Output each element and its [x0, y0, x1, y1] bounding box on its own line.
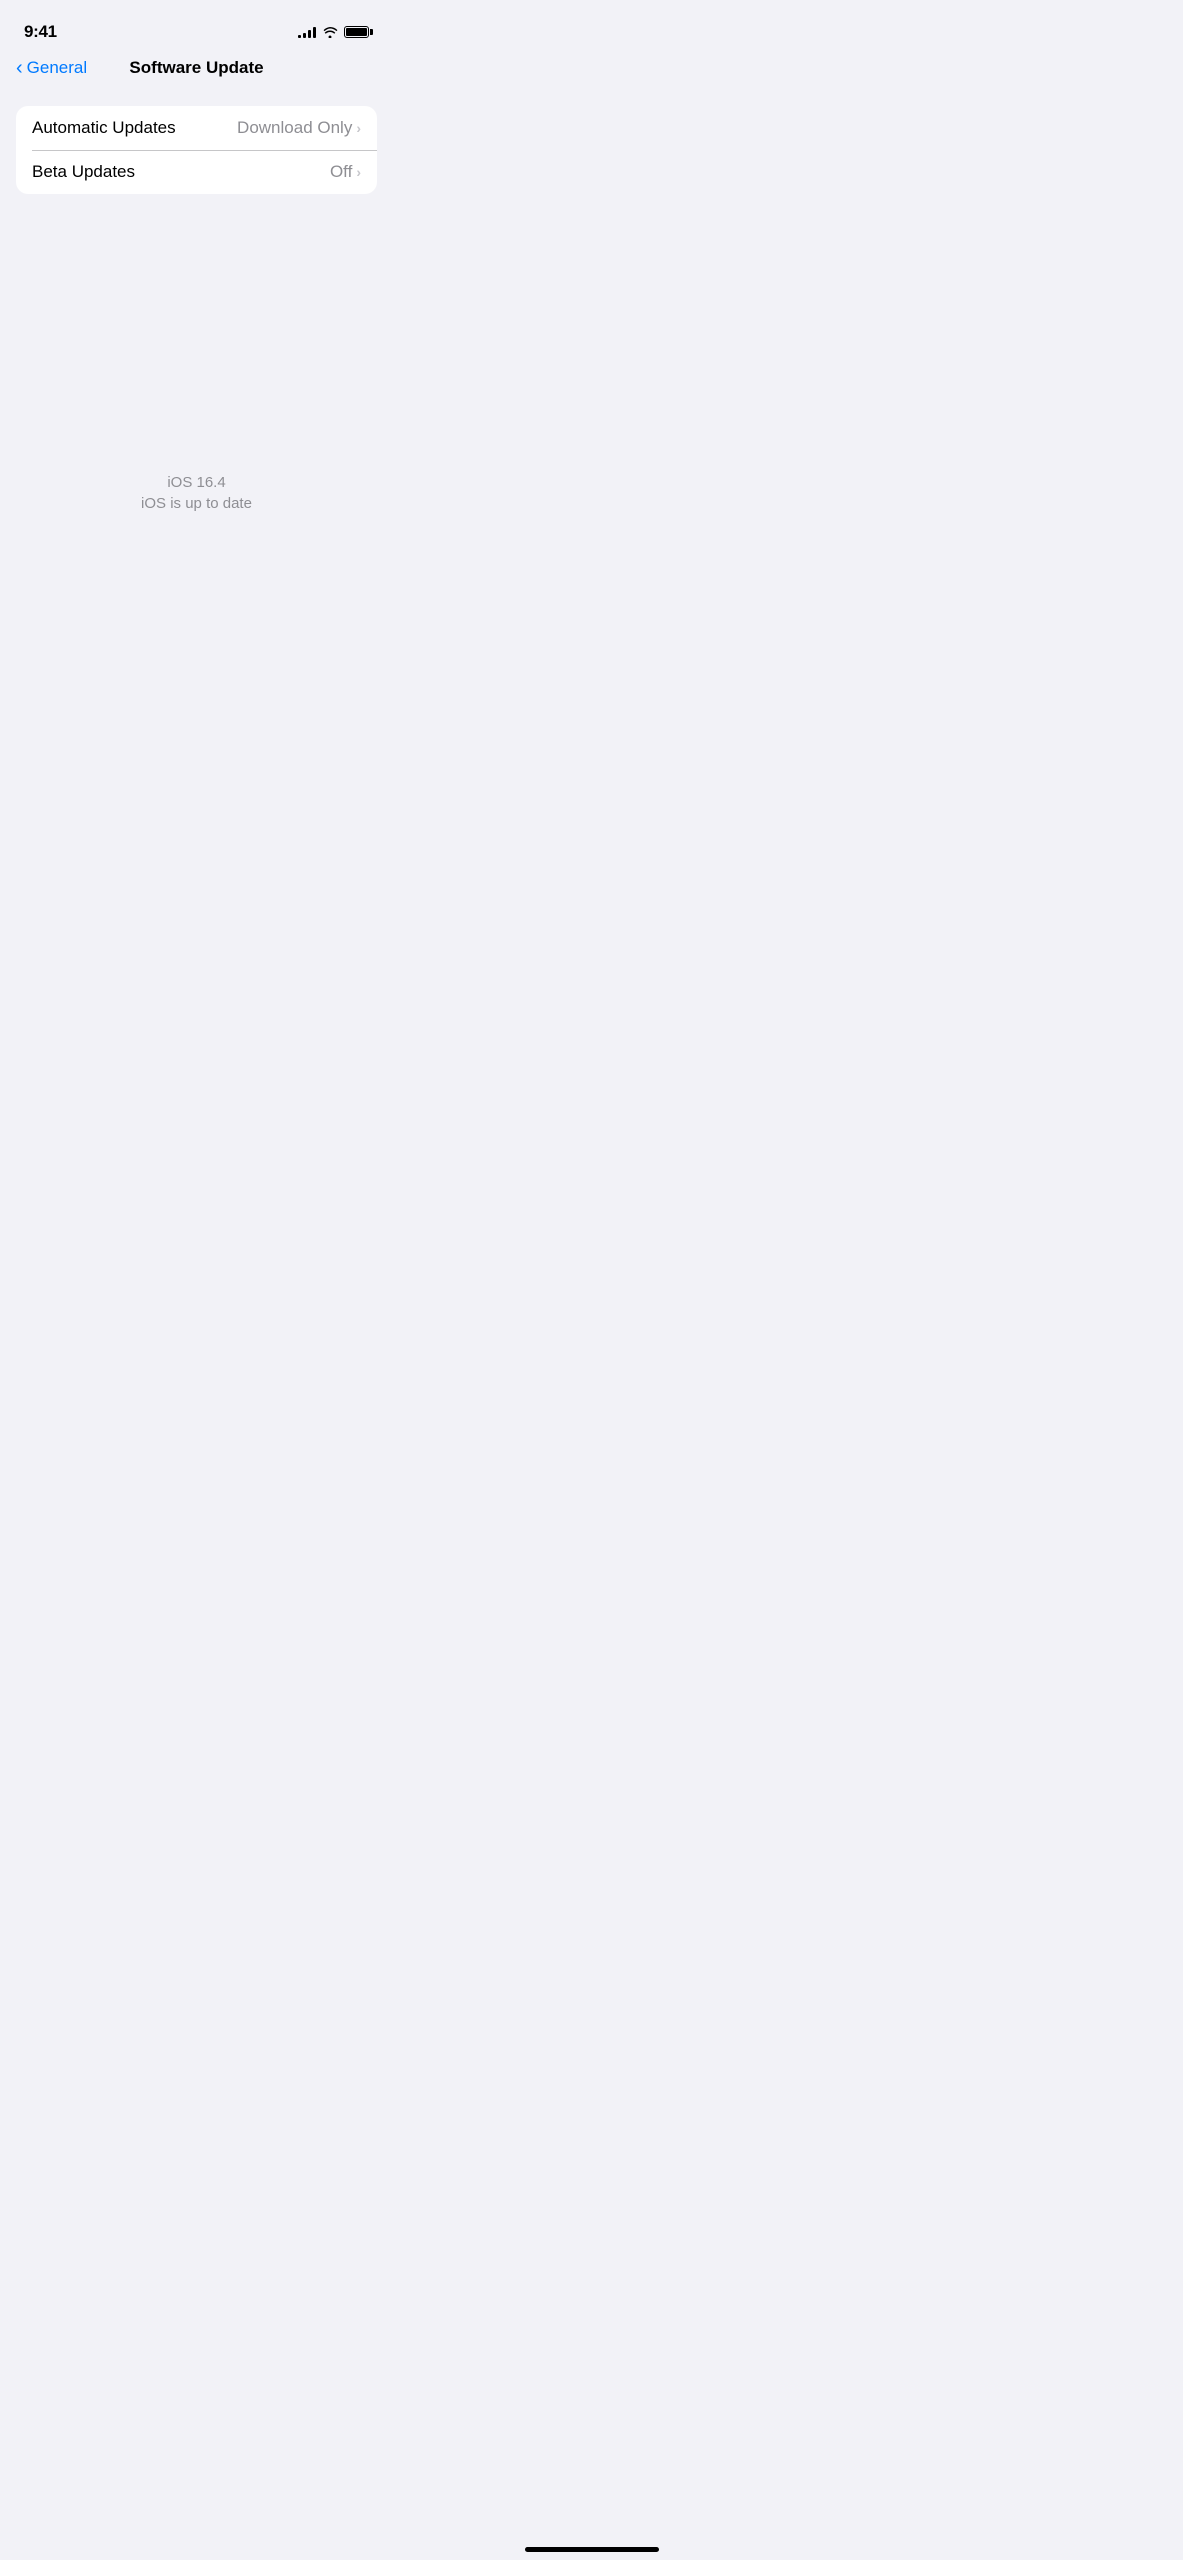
automatic-updates-chevron-icon: ›	[356, 120, 361, 136]
page-title: Software Update	[129, 58, 263, 78]
automatic-updates-value: Download Only	[237, 118, 352, 138]
version-info: iOS 16.4 iOS is up to date	[0, 474, 393, 512]
wifi-icon	[322, 26, 338, 38]
settings-group: Automatic Updates Download Only › Beta U…	[16, 106, 377, 194]
status-time: 9:41	[24, 22, 57, 42]
status-bar: 9:41	[0, 0, 393, 50]
status-icons	[298, 26, 369, 38]
beta-updates-chevron-icon: ›	[356, 164, 361, 180]
automatic-updates-row[interactable]: Automatic Updates Download Only ›	[16, 106, 377, 150]
ios-version-label: iOS 16.4	[167, 474, 225, 491]
signal-bars-icon	[298, 26, 316, 38]
home-indicator	[525, 2547, 659, 2552]
content-area: Automatic Updates Download Only › Beta U…	[0, 90, 393, 194]
beta-updates-row[interactable]: Beta Updates Off ›	[16, 150, 377, 194]
back-chevron-icon: ‹	[16, 58, 23, 78]
beta-updates-label: Beta Updates	[32, 162, 135, 182]
automatic-updates-label: Automatic Updates	[32, 118, 176, 138]
back-label: General	[27, 58, 87, 78]
automatic-updates-value-container: Download Only ›	[237, 118, 361, 138]
beta-updates-value-container: Off ›	[330, 162, 361, 182]
navigation-bar: ‹ General Software Update	[0, 50, 393, 90]
battery-icon	[344, 26, 369, 38]
back-button[interactable]: ‹ General	[16, 58, 87, 78]
beta-updates-value: Off	[330, 162, 352, 182]
ios-status-label: iOS is up to date	[141, 495, 252, 512]
